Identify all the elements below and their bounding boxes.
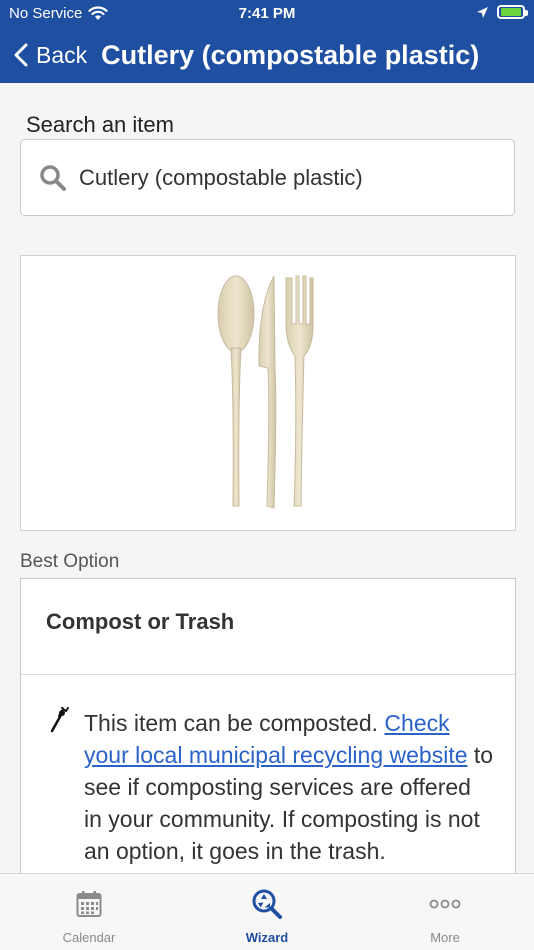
tab-wizard[interactable]: Wizard	[178, 874, 356, 950]
tab-label-wizard: Wizard	[245, 930, 289, 945]
status-time: 7:41 PM	[238, 5, 296, 22]
status-bar: No Service 7:41 PM	[0, 0, 534, 28]
chevron-left-icon	[14, 43, 28, 67]
divider	[21, 674, 515, 675]
back-button[interactable]: Back	[14, 42, 87, 69]
search-value: Cutlery (compostable plastic)	[79, 164, 363, 190]
description-text-start: This item can be composted.	[84, 710, 385, 736]
tab-more[interactable]: More	[356, 874, 534, 950]
more-dots-icon	[429, 899, 461, 909]
status-right	[476, 5, 528, 19]
search-icon	[40, 164, 66, 191]
nav-bar: Back Cutlery (compostable plastic)	[0, 34, 534, 76]
location-arrow-icon	[477, 6, 488, 18]
item-image-card	[20, 255, 516, 531]
calendar-icon	[76, 891, 102, 917]
option-title: Compost or Trash	[46, 609, 235, 634]
best-option-label: Best Option	[20, 551, 120, 572]
battery-icon	[497, 5, 528, 19]
cutlery-image	[217, 275, 314, 509]
back-label: Back	[36, 41, 88, 68]
tab-label-calendar: Calendar	[62, 930, 116, 945]
tab-calendar[interactable]: Calendar	[0, 874, 178, 950]
recycle-search-icon	[252, 889, 282, 919]
compost-tool-icon	[50, 707, 69, 733]
tab-bar: Calendar Wizard More	[0, 873, 534, 950]
page-title: Cutlery (compostable plastic)	[101, 39, 480, 70]
tab-label-more: More	[430, 930, 460, 945]
search-input[interactable]: Cutlery (compostable plastic)	[20, 139, 515, 216]
app-header: No Service 7:41 PM Back Cutlery (compost…	[0, 0, 534, 83]
option-description: This item can be composted. Check your l…	[84, 707, 494, 867]
search-label: Search an item	[26, 112, 174, 137]
